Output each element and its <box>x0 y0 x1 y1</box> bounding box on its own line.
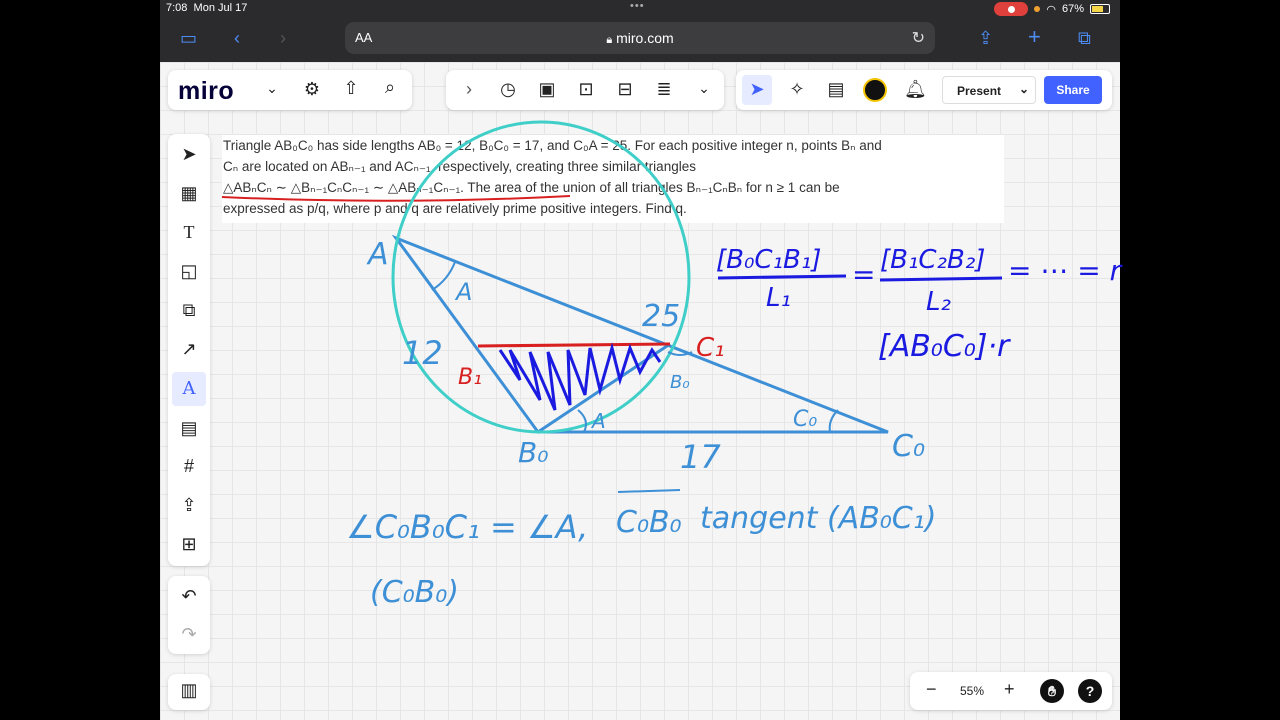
ratio-denominator-1: L₁ <box>766 283 791 313</box>
equals-1: = <box>852 258 875 291</box>
angle-arc-b0 <box>577 409 587 433</box>
label-b0-small: B₀ <box>670 372 690 393</box>
circumcircle[interactable] <box>391 120 691 434</box>
label-side-12: 12 <box>402 334 443 372</box>
angle-arc-a <box>431 261 456 291</box>
tangent-segment: C₀B₀ <box>616 505 682 540</box>
area-times-r: [AB₀C₀]·r <box>878 329 1011 364</box>
label-b0: B₀ <box>518 436 548 469</box>
label-angle-a-bottom: A <box>590 409 606 433</box>
red-segment-b1c1[interactable] <box>477 342 671 348</box>
label-a: A <box>366 237 389 272</box>
label-c0: C₀ <box>892 429 925 464</box>
handwritten-ink-layer: A A 12 25 C₁ B₁ B₀ C₀ B₀ A 17 C₀ [B₀C₁B₁… <box>221 120 1123 610</box>
fraction-bar-1 <box>717 274 847 280</box>
equals-dots-r: = ⋯ = r <box>1008 254 1123 287</box>
label-angle-c0: C₀ <box>793 407 817 432</box>
label-side-25: 25 <box>642 299 680 334</box>
ratio-numerator-2: [B₁C₂B₂] <box>880 245 985 275</box>
label-side-17: 17 <box>680 438 721 476</box>
red-underline <box>221 195 571 202</box>
ratio-numerator-1: [B₀C₁B₁] <box>716 245 821 275</box>
overline-c0b0 <box>617 489 681 493</box>
angle-equation: ∠C₀B₀C₁ = ∠A, <box>346 508 588 546</box>
label-c1: C₁ <box>696 333 725 363</box>
paren-c0b0: (C₀B₀) <box>370 575 459 610</box>
tangent-text: tangent (AB₀C₁) <box>700 501 936 536</box>
label-b1: B₁ <box>458 365 482 390</box>
shaded-triangle-hatch <box>498 342 662 411</box>
ratio-denominator-2: L₂ <box>926 287 951 317</box>
fraction-bar-2 <box>879 276 1003 282</box>
label-angle-a-top: A <box>454 278 472 306</box>
